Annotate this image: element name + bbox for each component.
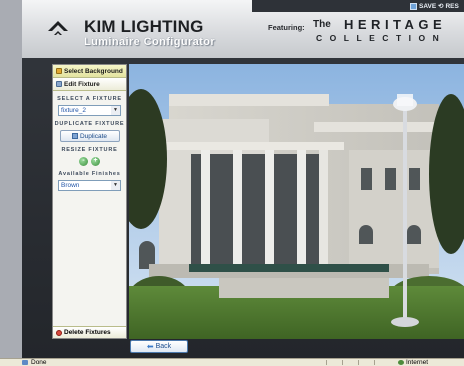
status-text: Done [31,359,47,366]
status-cell [342,360,357,365]
duplicate-button-label: Duplicate [79,132,108,140]
collection-name: HERITAGE [344,17,447,32]
back-button[interactable]: ⬅ Back [130,340,188,353]
fixture-select-value: fixture_2 [61,107,86,114]
delete-fixtures-label: Delete Fixtures [64,329,111,336]
tab-select-background-label: Select Background [64,67,123,75]
configurator-panel: Select Background Edit Fixture SELECT A … [52,64,127,339]
globe-icon [398,360,404,365]
featuring-label: Featuring: [268,23,305,32]
save-label: SAVE [419,2,437,10]
resize-controls: - + [53,157,126,166]
reset-button[interactable]: ⟲ RES [438,1,459,11]
collection-word: COLLECTION [316,33,447,43]
save-icon [410,2,417,10]
reset-icon: ⟲ [438,3,444,10]
reset-label: RES [445,2,459,10]
arrow-left-icon: ⬅ [146,342,154,351]
status-cell [326,360,341,365]
tab-select-background[interactable]: Select Background [53,65,126,78]
brand-subtitle: Luminaire Configurator [84,36,216,48]
back-button-label: Back [155,343,172,350]
duplicate-button[interactable]: Duplicate [59,130,120,142]
status-cell [358,360,373,365]
page-icon [22,360,28,365]
shrink-button[interactable]: - [79,157,88,166]
tab-edit-fixture[interactable]: Edit Fixture [53,78,126,91]
duplicate-icon [71,133,78,139]
save-button[interactable]: SAVE [410,1,436,11]
resize-fixture-heading: RESIZE FIXTURE [61,147,118,153]
delete-fixtures-button[interactable]: Delete Fixtures [53,326,126,338]
collection-the: The [313,19,331,30]
duplicate-fixture-heading: DUPLICATE FIXTURE [54,121,125,127]
fixture-select[interactable]: fixture_2 ▼ [58,105,121,116]
chevron-down-icon[interactable]: ▼ [111,106,120,115]
browser-status-bar: Done Internet [0,358,464,366]
kim-logo-icon [48,21,68,35]
status-cell [374,360,389,365]
finish-select-value: Brown [61,182,80,189]
background-icon [56,68,62,74]
tab-edit-fixture-label: Edit Fixture [64,80,100,88]
delete-icon [56,329,62,336]
chevron-down-icon[interactable]: ▼ [111,181,120,190]
enlarge-button[interactable]: + [91,157,100,166]
security-zone-label: Internet [406,359,429,366]
finishes-heading: Available Finishes [58,171,121,177]
fixture-icon [56,81,62,87]
background-scene[interactable] [129,64,464,339]
finish-select[interactable]: Brown ▼ [58,180,121,191]
select-fixture-heading: SELECT A FIXTURE [57,96,122,102]
building [139,94,444,278]
brand-title: KIM LIGHTING [84,17,204,36]
